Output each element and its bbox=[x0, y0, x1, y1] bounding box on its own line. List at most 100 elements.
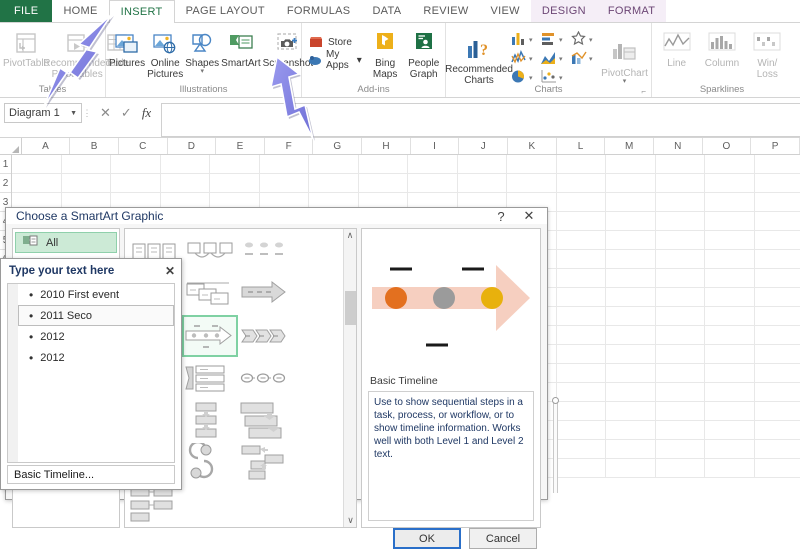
shapes-chevron-down-icon[interactable]: ▾ bbox=[200, 68, 204, 75]
tab-review[interactable]: REVIEW bbox=[412, 0, 479, 22]
help-icon[interactable]: ? bbox=[487, 209, 515, 224]
column-header-i[interactable]: I bbox=[410, 138, 460, 154]
row-header-2[interactable]: 2 bbox=[0, 174, 12, 193]
column-header-g[interactable]: G bbox=[313, 138, 363, 154]
smartart-thumbnail-basic-timeline[interactable] bbox=[181, 315, 238, 357]
my-apps-button[interactable]: My Apps ▾ bbox=[304, 49, 366, 71]
tab-data[interactable]: DATA bbox=[361, 0, 412, 22]
sparkline-column-button[interactable]: Column bbox=[699, 26, 744, 69]
cancel-button[interactable]: Cancel bbox=[469, 528, 537, 549]
column-header-j[interactable]: J bbox=[459, 138, 509, 154]
smartart-thumbnail[interactable] bbox=[182, 357, 238, 399]
select-all-corner[interactable] bbox=[0, 138, 22, 154]
text-pane-close-icon[interactable]: ✕ bbox=[165, 264, 175, 278]
smartart-button[interactable]: SmartArt bbox=[220, 26, 261, 69]
online-pictures-button[interactable]: Online Pictures bbox=[146, 26, 184, 80]
smartart-thumbnail[interactable] bbox=[238, 273, 293, 315]
ok-button[interactable]: OK bbox=[393, 528, 461, 549]
close-icon[interactable]: ✕ bbox=[515, 208, 543, 224]
insert-function-icon[interactable]: fx bbox=[142, 105, 151, 121]
sparkline-winloss-button[interactable]: Win/ Loss bbox=[745, 26, 790, 80]
smartart-thumbnail[interactable] bbox=[238, 315, 293, 357]
category-item-all[interactable]: All bbox=[15, 232, 117, 253]
gallery-scrollbar[interactable]: ∧ ∨ bbox=[343, 229, 356, 527]
smartart-thumbnail[interactable] bbox=[182, 399, 238, 441]
enter-icon[interactable]: ✓ bbox=[121, 105, 132, 121]
column-header-o[interactable]: O bbox=[702, 138, 752, 154]
column-header-e[interactable]: E bbox=[216, 138, 265, 154]
column-header-f[interactable]: F bbox=[264, 138, 314, 154]
gallery-scroll-down-icon[interactable]: ∨ bbox=[344, 514, 356, 527]
recommended-charts-button[interactable]: ? Recommended Charts bbox=[445, 26, 513, 86]
tab-file[interactable]: FILE bbox=[0, 0, 53, 22]
stock-chart-chevron-down-icon[interactable]: ▾ bbox=[589, 36, 593, 44]
column-header-b[interactable]: B bbox=[70, 138, 119, 154]
cancel-icon[interactable]: ✕ bbox=[100, 105, 111, 121]
name-box[interactable]: Diagram 1 ▼ bbox=[4, 103, 82, 123]
tab-insert[interactable]: INSERT bbox=[108, 0, 175, 23]
screenshot-chevron-down-icon[interactable]: ▾ bbox=[286, 68, 290, 75]
object-selection-handle-bar[interactable] bbox=[552, 397, 559, 493]
pivotchart-button[interactable]: PivotChart ▾ bbox=[600, 26, 649, 85]
combo-chart-button[interactable]: ▾ bbox=[570, 50, 600, 68]
line-chart-chevron-down-icon[interactable]: ▾ bbox=[529, 55, 533, 63]
smartart-thumbnail[interactable] bbox=[238, 231, 293, 273]
smartart-thumbnail[interactable] bbox=[238, 357, 293, 399]
row-header-1[interactable]: 1 bbox=[0, 155, 12, 174]
line-chart-button[interactable]: ▾ bbox=[510, 49, 540, 68]
bing-maps-button[interactable]: Bing Maps bbox=[366, 26, 405, 80]
column-chart-chevron-down-icon[interactable]: ▾ bbox=[529, 36, 533, 44]
shapes-button[interactable]: Shapes ▾ bbox=[184, 26, 220, 75]
smartart-thumbnail[interactable] bbox=[238, 399, 293, 441]
list-item[interactable]: • 2011 Seco bbox=[18, 305, 174, 326]
list-item[interactable]: • 2010 First event bbox=[19, 284, 174, 305]
column-header-p[interactable]: P bbox=[751, 138, 800, 154]
list-item[interactable]: • 2012 bbox=[19, 326, 174, 347]
area-chart-button[interactable]: ▾ bbox=[540, 50, 570, 68]
recommended-pivottables-button[interactable]: Recommended PivotTables bbox=[43, 26, 111, 80]
formula-input[interactable] bbox=[161, 103, 800, 137]
tab-view[interactable]: VIEW bbox=[480, 0, 531, 22]
people-graph-button[interactable]: People Graph bbox=[404, 26, 443, 80]
preview-graphic bbox=[368, 235, 534, 373]
tab-formulas[interactable]: FORMULAS bbox=[276, 0, 362, 22]
bar-chart-button[interactable]: ▾ bbox=[540, 31, 570, 49]
combo-chart-chevron-down-icon[interactable]: ▾ bbox=[589, 55, 593, 63]
scatter-chart-chevron-down-icon[interactable]: ▾ bbox=[559, 74, 563, 82]
column-header-m[interactable]: M bbox=[605, 138, 654, 154]
pie-chart-chevron-down-icon[interactable]: ▾ bbox=[529, 74, 533, 82]
gallery-scroll-up-icon[interactable]: ∧ bbox=[344, 229, 356, 242]
gallery-scroll-thumb[interactable] bbox=[345, 291, 356, 325]
stock-chart-button[interactable]: ▾ bbox=[570, 30, 600, 49]
tab-design[interactable]: DESIGN bbox=[530, 0, 597, 22]
pictures-button[interactable]: Pictures bbox=[108, 26, 146, 69]
charts-dialog-launcher[interactable]: ⌐ bbox=[641, 87, 646, 96]
smartart-thumbnail[interactable] bbox=[182, 231, 238, 273]
column-header-n[interactable]: N bbox=[653, 138, 703, 154]
list-item[interactable]: • 2012 bbox=[19, 347, 174, 368]
all-category-icon bbox=[22, 234, 38, 251]
column-header-h[interactable]: H bbox=[362, 138, 411, 154]
column-header-c[interactable]: C bbox=[118, 138, 168, 154]
bar-chart-chevron-down-icon[interactable]: ▾ bbox=[559, 36, 563, 44]
smartart-thumbnail[interactable] bbox=[238, 441, 293, 483]
tab-home[interactable]: HOME bbox=[52, 0, 108, 22]
text-pane-list[interactable]: • 2010 First event • 2011 Seco • 2012 • … bbox=[7, 283, 175, 463]
name-box-chevron-down-icon[interactable]: ▼ bbox=[70, 110, 77, 117]
table-row[interactable] bbox=[12, 174, 800, 193]
tab-format[interactable]: FORMAT bbox=[596, 0, 667, 22]
sparkline-line-button[interactable]: Line bbox=[654, 26, 699, 69]
online-pictures-icon bbox=[152, 28, 178, 58]
smartart-thumbnail[interactable] bbox=[182, 441, 238, 483]
column-header-l[interactable]: L bbox=[556, 138, 606, 154]
my-apps-chevron-down-icon[interactable]: ▾ bbox=[357, 55, 362, 66]
table-row[interactable] bbox=[12, 155, 800, 174]
column-header-k[interactable]: K bbox=[508, 138, 557, 154]
column-header-d[interactable]: D bbox=[167, 138, 217, 154]
tab-page-layout[interactable]: PAGE LAYOUT bbox=[175, 0, 276, 22]
column-header-a[interactable]: A bbox=[21, 138, 71, 154]
area-chart-chevron-down-icon[interactable]: ▾ bbox=[559, 55, 563, 63]
svg-text:?: ? bbox=[480, 42, 488, 59]
column-chart-button[interactable]: ▾ bbox=[510, 31, 540, 49]
smartart-thumbnail[interactable] bbox=[182, 273, 238, 315]
